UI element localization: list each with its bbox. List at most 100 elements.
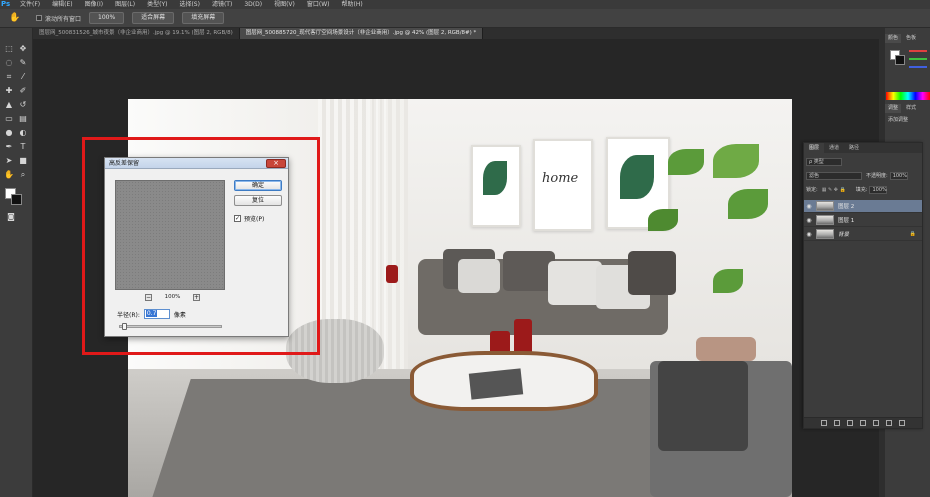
- fx-icon[interactable]: [834, 420, 840, 426]
- dialog-title-bar: 高反差保留 ×: [105, 158, 288, 169]
- menu-help[interactable]: 帮助(H): [336, 0, 369, 9]
- fill-screen-button[interactable]: 填充屏幕: [182, 12, 225, 24]
- new-layer-icon[interactable]: [886, 420, 892, 426]
- home-art-text: home: [542, 171, 579, 186]
- lasso-icon[interactable]: ◌: [4, 58, 14, 68]
- tab-color[interactable]: 颜色: [885, 34, 902, 43]
- layer-thumbnail: [816, 229, 834, 239]
- history-brush-icon[interactable]: ↺: [18, 100, 28, 110]
- plant-pot: [696, 337, 756, 361]
- zoom-out-button[interactable]: −: [145, 293, 152, 301]
- tab-styles[interactable]: 样式: [903, 104, 919, 113]
- eraser-icon[interactable]: ▭: [4, 114, 14, 124]
- quick-mask-icon[interactable]: ◙: [6, 212, 16, 222]
- pen-icon[interactable]: ✒: [4, 142, 14, 152]
- lock-icons[interactable]: ▦ ✎ ✥ 🔒: [822, 187, 846, 193]
- type-icon[interactable]: T: [18, 142, 28, 152]
- mask-icon[interactable]: [847, 420, 853, 426]
- group-icon[interactable]: [873, 420, 879, 426]
- preview-checkbox[interactable]: ✓: [234, 215, 241, 222]
- tab-document-2[interactable]: 图层网_500885720_现代客厅空间场景设计（非企业商用）.jpg @ 42…: [239, 28, 484, 39]
- cushion: [628, 251, 676, 295]
- close-icon[interactable]: ×: [266, 159, 286, 168]
- menu-filter[interactable]: 滤镜(T): [206, 0, 238, 9]
- layers-footer: [804, 417, 922, 428]
- lock-icon: 🔒: [909, 231, 916, 237]
- menu-select[interactable]: 选择(S): [173, 0, 206, 9]
- dodge-icon[interactable]: ◐: [18, 128, 28, 138]
- fill-input[interactable]: 100%: [869, 185, 888, 194]
- zoom-100-button[interactable]: 100%: [89, 12, 125, 24]
- adjustment-icon[interactable]: [860, 420, 866, 426]
- menu-file[interactable]: 文件(F): [14, 0, 46, 9]
- eye-icon[interactable]: ◉: [804, 231, 814, 238]
- tools-panel: ⬚ ✥ ◌ ✎ ⌗ ⁄ ✚ ✐ ▲ ↺ ▭ ▤ ● ◐ ✒ T ➤ ■ ✋ ⌕ …: [0, 28, 33, 497]
- stamp-icon[interactable]: ▲: [4, 100, 14, 110]
- tab-adjustments[interactable]: 调整: [885, 104, 902, 113]
- radius-slider[interactable]: [119, 323, 222, 330]
- brush-icon[interactable]: ✐: [18, 86, 28, 96]
- hand-tool-icon[interactable]: ✋: [4, 170, 14, 180]
- kind-filter-select[interactable]: ρ 类型: [806, 157, 842, 166]
- blur-icon[interactable]: ●: [4, 128, 14, 138]
- menu-edit[interactable]: 编辑(E): [46, 0, 78, 9]
- path-select-icon[interactable]: ➤: [4, 156, 14, 166]
- radius-unit: 像素: [173, 311, 186, 319]
- zoom-icon[interactable]: ⌕: [18, 170, 28, 180]
- tab-swatches[interactable]: 色板: [903, 34, 919, 43]
- magazines: [468, 368, 524, 400]
- menu-layer[interactable]: 图层(L): [109, 0, 141, 9]
- tab-channels[interactable]: 通道: [824, 143, 844, 153]
- hand-icon[interactable]: ✋: [4, 11, 26, 26]
- zoom-in-button[interactable]: +: [192, 293, 200, 301]
- healing-icon[interactable]: ✚: [4, 86, 14, 96]
- bg-color-chip[interactable]: [895, 55, 905, 65]
- cushion: [548, 261, 602, 305]
- radius-row: 半径(R): 0.7 像素: [117, 309, 186, 319]
- fit-screen-button[interactable]: 适合屏幕: [132, 12, 175, 24]
- gradient-icon[interactable]: ▤: [18, 114, 28, 124]
- spectrum-ramp[interactable]: [886, 92, 930, 100]
- move-icon[interactable]: ✥: [18, 44, 28, 54]
- link-icon[interactable]: [821, 420, 827, 426]
- layer-row[interactable]: ◉ 背景 🔒: [804, 228, 922, 241]
- eyedropper-icon[interactable]: ⁄: [18, 72, 28, 82]
- tab-paths[interactable]: 路径: [844, 143, 864, 153]
- eye-icon[interactable]: ◉: [804, 203, 814, 210]
- blend-mode-select[interactable]: 滤色: [806, 171, 862, 180]
- quick-select-icon[interactable]: ✎: [18, 58, 28, 68]
- options-bar: ✋ 滚动所有窗口 100% 适合屏幕 填充屏幕: [0, 9, 930, 28]
- menu-image[interactable]: 图像(I): [79, 0, 109, 9]
- shape-icon[interactable]: ■: [18, 156, 28, 166]
- g-slider[interactable]: [909, 58, 927, 60]
- background-color-swatch[interactable]: [11, 194, 22, 205]
- eye-icon[interactable]: ◉: [804, 217, 814, 224]
- menu-window[interactable]: 窗口(W): [301, 0, 336, 9]
- menu-3d[interactable]: 3D(D): [238, 0, 268, 9]
- tab-layers[interactable]: 图层: [804, 143, 825, 153]
- radius-input[interactable]: 0.7: [143, 309, 170, 319]
- layer-row[interactable]: ◉ 图层 2: [804, 200, 922, 213]
- r-slider[interactable]: [909, 50, 927, 52]
- slider-thumb[interactable]: [122, 323, 127, 330]
- ok-button[interactable]: 确定: [234, 180, 282, 191]
- filter-row: ρ 类型: [806, 157, 842, 166]
- b-slider[interactable]: [909, 66, 927, 68]
- curtain: [368, 99, 408, 369]
- photoshop-logo: Ps: [1, 0, 11, 8]
- tab-document-1[interactable]: 图层网_500831526_城市夜景（非企业商用）.jpg @ 19.1% (图…: [33, 28, 240, 39]
- menu-type[interactable]: 类型(Y): [141, 0, 173, 9]
- lock-row: 锁定: ▦ ✎ ✥ 🔒 填充: 100%: [806, 185, 888, 194]
- scroll-all-checkbox[interactable]: [36, 15, 42, 21]
- marquee-icon[interactable]: ⬚: [4, 44, 14, 54]
- layer-row[interactable]: ◉ 图层 1: [804, 214, 922, 227]
- opacity-input[interactable]: 100%: [889, 171, 908, 180]
- red-vase: [386, 265, 398, 283]
- menu-view[interactable]: 视图(V): [268, 0, 301, 9]
- zoom-controls: − 100% +: [145, 293, 200, 301]
- reset-button[interactable]: 复位: [234, 195, 282, 206]
- filter-preview[interactable]: [115, 180, 225, 290]
- trash-icon[interactable]: [899, 420, 905, 426]
- crop-icon[interactable]: ⌗: [4, 72, 14, 82]
- plant-leaf: [728, 189, 768, 219]
